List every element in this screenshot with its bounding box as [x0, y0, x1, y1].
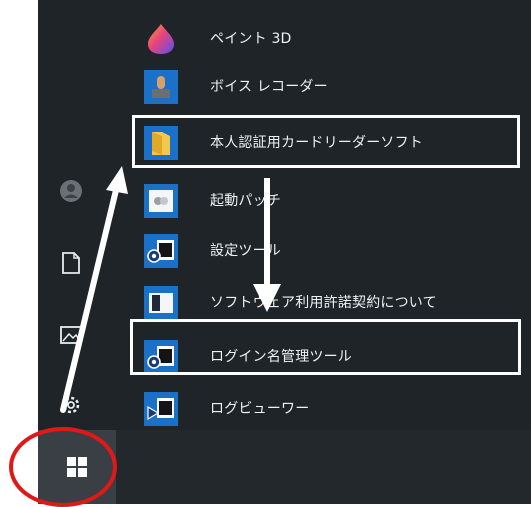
arrow-to-login-manager-head — [253, 284, 281, 312]
arrow-to-folder — [60, 183, 120, 413]
screenshot-stage: ペイント 3D ボイス レコーダー 本人認証用カードリーダーソフト 起動パッチ … — [0, 0, 531, 507]
arrow-to-folder-head — [106, 166, 128, 194]
annotation-overlay — [9, 166, 281, 507]
start-button-highlight-circle — [9, 427, 117, 507]
